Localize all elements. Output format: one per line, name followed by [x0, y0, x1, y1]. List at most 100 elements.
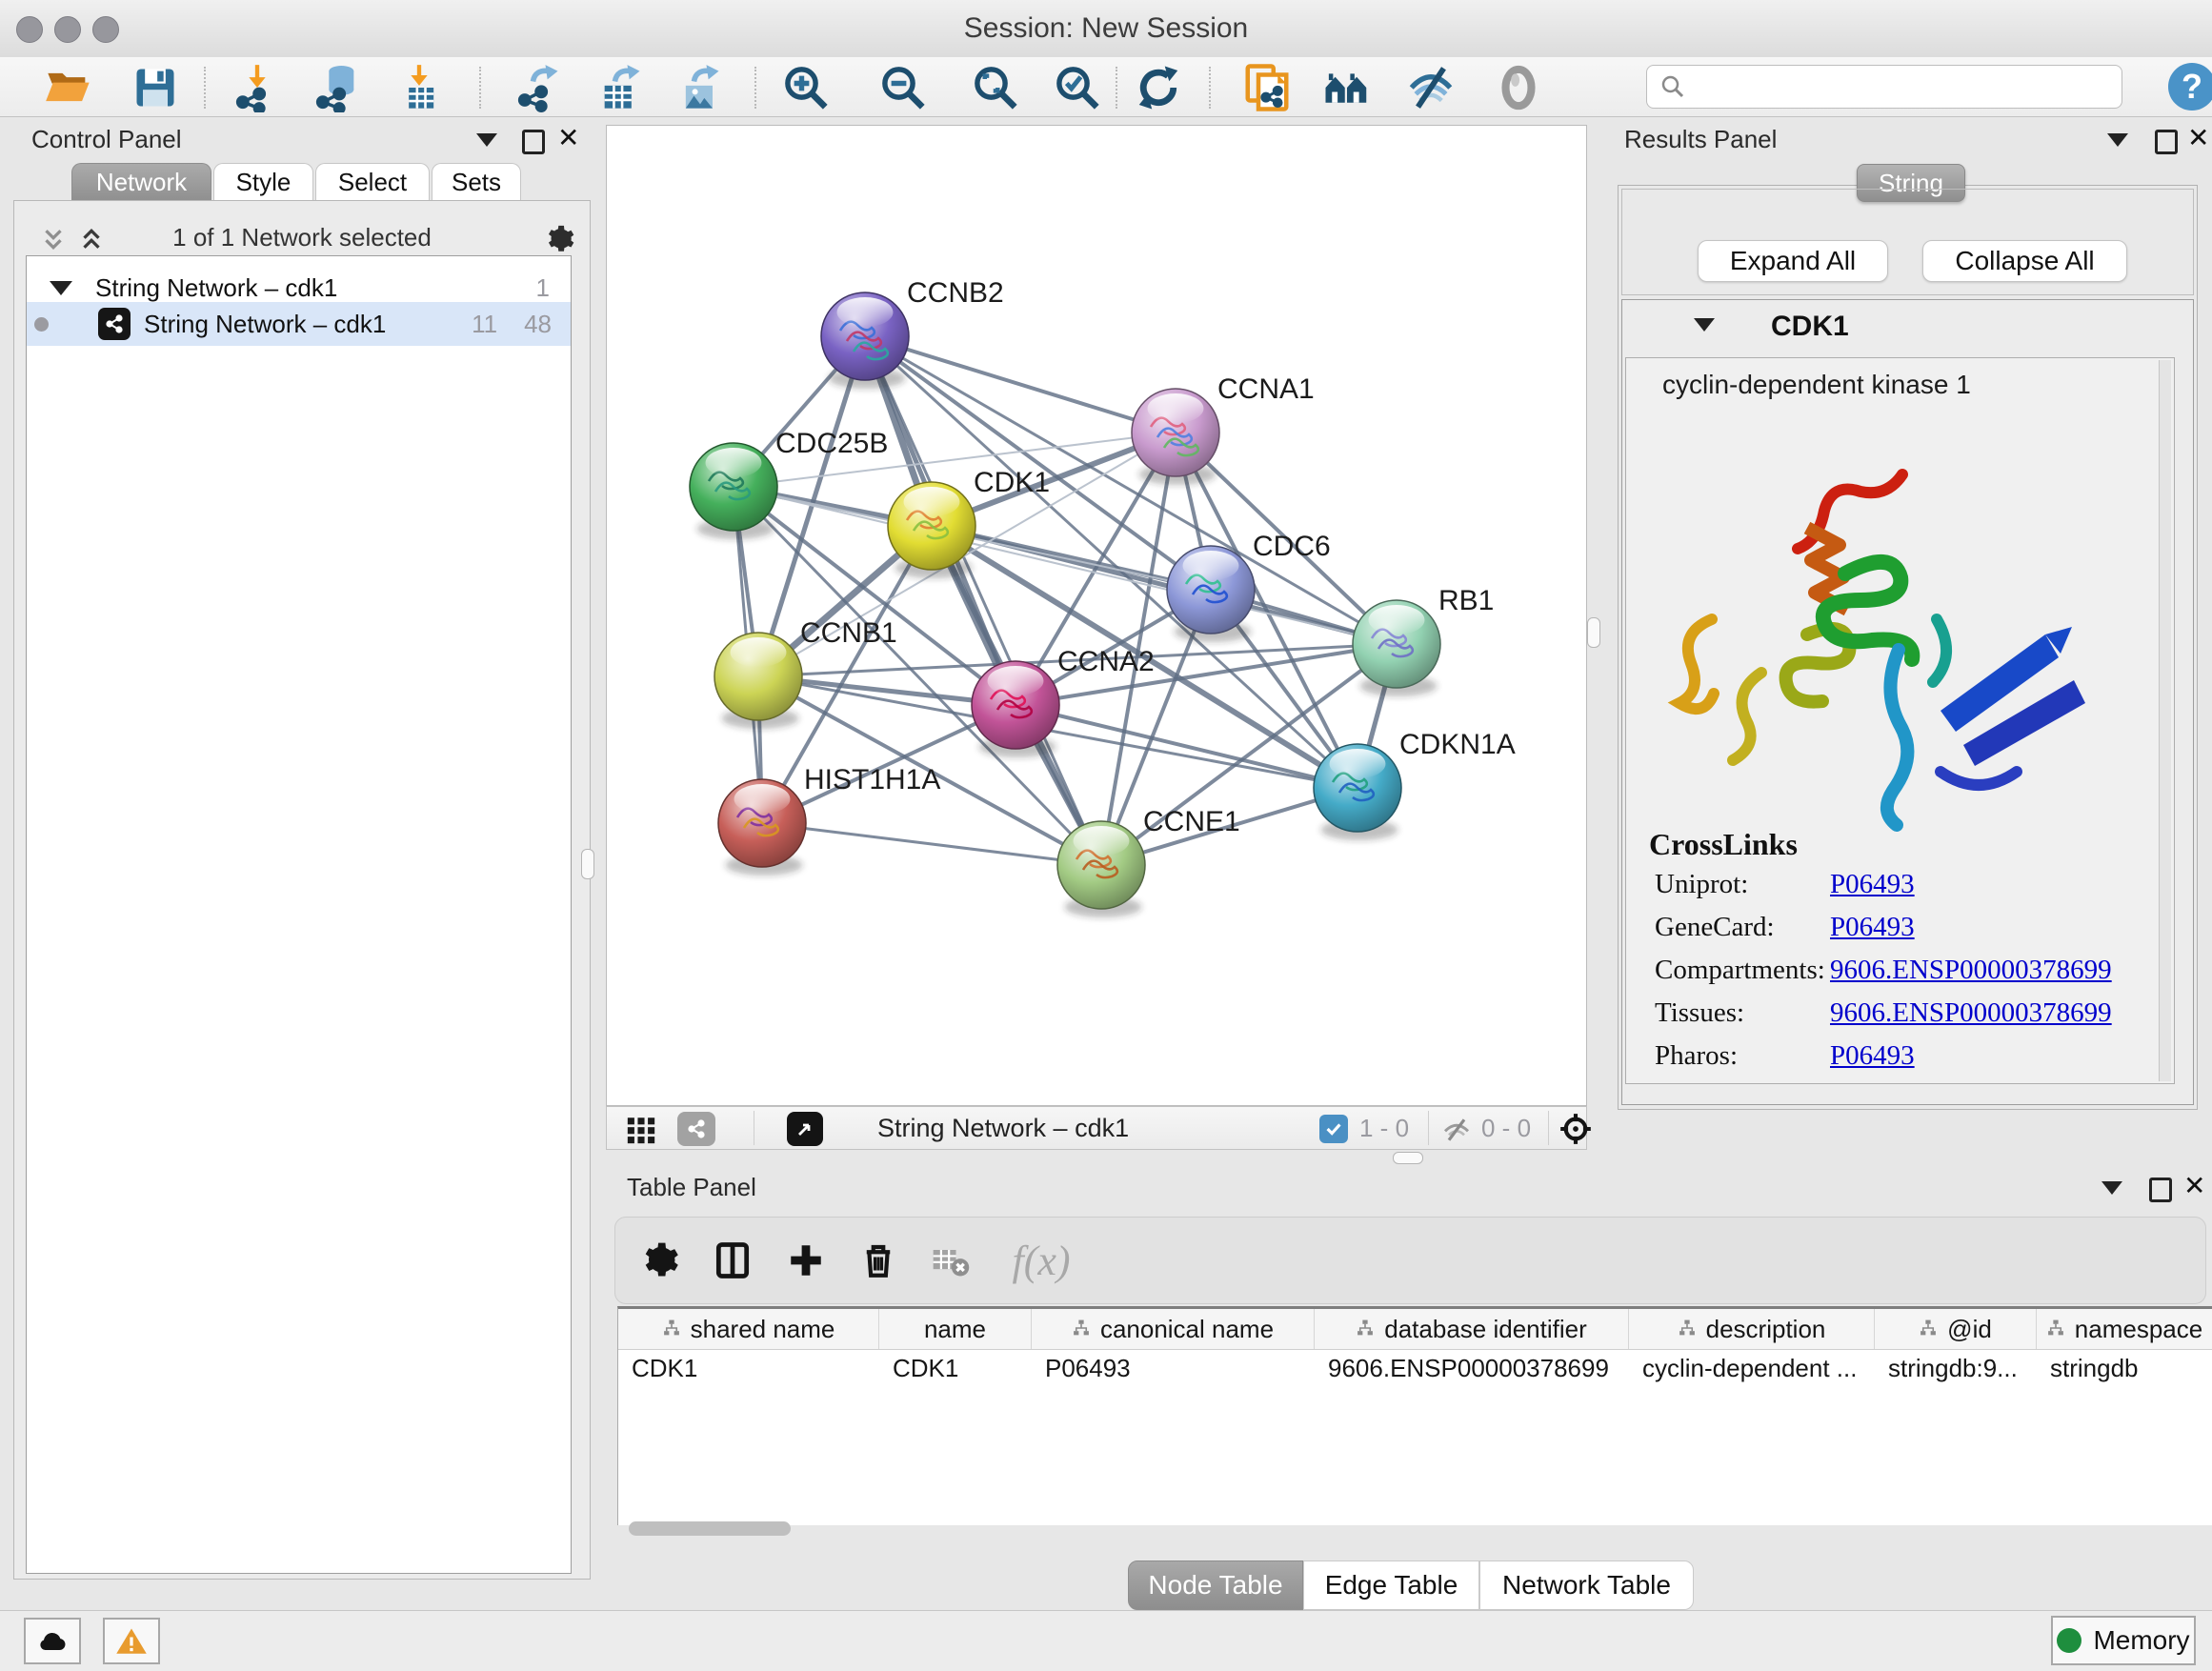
control-panel-close-icon[interactable]: ✕	[557, 122, 579, 153]
table-cell[interactable]: stringdb	[2037, 1349, 2212, 1387]
column-header-shared-name[interactable]: shared name	[618, 1309, 879, 1349]
column-header-namespace[interactable]: namespace	[2037, 1309, 2212, 1349]
zoom-in-icon[interactable]	[779, 61, 833, 114]
right-splitter-handle[interactable]	[1587, 617, 1600, 648]
network-edge-CCNB2-CCNA1[interactable]	[865, 336, 1176, 433]
network-node-CCNA1[interactable]: CCNA1	[1132, 373, 1315, 485]
network-edge-HIST1H1A-CCNE1[interactable]	[762, 823, 1101, 865]
results-panel-float-icon[interactable]	[2155, 130, 2178, 154]
export-image-icon[interactable]	[674, 61, 727, 114]
results-scrollbar[interactable]	[2159, 360, 2171, 1081]
crosslink-link[interactable]: P06493	[1830, 1040, 1915, 1072]
application-window: Session: New Session	[0, 0, 2212, 1671]
column-header-name[interactable]: name	[879, 1309, 1032, 1349]
tab-sets[interactable]: Sets	[432, 163, 521, 201]
tab-select[interactable]: Select	[315, 163, 430, 201]
control-panel-float-icon[interactable]	[522, 130, 545, 154]
grid-view-icon[interactable]	[625, 1114, 657, 1151]
column-header-label: shared name	[691, 1315, 835, 1344]
hide-graphics-details-icon[interactable]	[1404, 61, 1458, 114]
table-row[interactable]: CDK1CDK1P064939606.ENSP00000378699cyclin…	[618, 1349, 2212, 1387]
tab-network[interactable]: Network	[71, 163, 211, 201]
birds-eye-view-icon[interactable]	[1558, 1111, 1594, 1152]
save-session-icon[interactable]	[129, 61, 182, 114]
tab-network-table[interactable]: Network Table	[1479, 1560, 1694, 1610]
network-node-CDK1[interactable]: CDK1	[888, 467, 1050, 578]
string-protein-query-icon[interactable]	[1240, 61, 1294, 114]
network-canvas[interactable]: CCNB2CCNA1CDC25BCDK1CDC6RB1CCNB1CCNA2CDK…	[606, 125, 1587, 1106]
import-table-from-file-icon[interactable]	[392, 61, 446, 114]
table-horizontal-scrollbar[interactable]	[629, 1521, 791, 1536]
warning-icon	[114, 1624, 149, 1659]
selected-checkbox-icon[interactable]	[1319, 1115, 1348, 1143]
collection-expander-icon[interactable]	[50, 281, 72, 295]
zoom-selected-icon[interactable]	[1051, 61, 1104, 114]
network-node-CDKN1A[interactable]: CDKN1A	[1314, 729, 1516, 840]
tab-edge-table[interactable]: Edge Table	[1303, 1560, 1479, 1610]
import-network-from-database-icon[interactable]	[311, 61, 364, 114]
delete-table-icon[interactable]	[926, 1236, 975, 1285]
control-panel-menu-icon[interactable]	[476, 133, 497, 147]
home-icon[interactable]	[1320, 61, 1374, 114]
network-node-CDC25B[interactable]: CDC25B	[690, 428, 888, 539]
tab-style[interactable]: Style	[213, 163, 313, 201]
bottom-splitter-handle[interactable]	[1393, 1152, 1423, 1164]
node-label-CDKN1A: CDKN1A	[1399, 729, 1516, 760]
open-session-icon[interactable]	[42, 61, 95, 114]
column-header-label: description	[1706, 1315, 1826, 1344]
network-node-CDC6[interactable]: CDC6	[1167, 531, 1331, 642]
crosslink-link[interactable]: 9606.ENSP00000378699	[1830, 955, 2112, 986]
network-node-CCNE1[interactable]: CCNE1	[1057, 806, 1240, 917]
function-builder-icon[interactable]: f(x)	[998, 1236, 1084, 1285]
tab-node-table[interactable]: Node Table	[1128, 1560, 1303, 1610]
column-header-description[interactable]: description	[1629, 1309, 1875, 1349]
string-network-icon	[98, 308, 131, 340]
show-graphics-details-icon[interactable]	[1492, 61, 1545, 114]
export-table-icon[interactable]	[594, 61, 648, 114]
memory-button[interactable]: Memory	[2051, 1616, 2196, 1665]
zoom-fit-icon[interactable]	[969, 61, 1022, 114]
table-settings-gear-icon[interactable]	[634, 1236, 684, 1285]
collapse-all-button[interactable]: Collapse All	[1922, 240, 2127, 282]
column-header-database-identifier[interactable]: database identifier	[1315, 1309, 1629, 1349]
network-row[interactable]: String Network – cdk1 11 48	[27, 302, 571, 346]
zoom-out-icon[interactable]	[876, 61, 930, 114]
crosslink-link[interactable]: 9606.ENSP00000378699	[1830, 997, 2112, 1029]
table-cell[interactable]: 9606.ENSP00000378699	[1315, 1349, 1629, 1387]
delete-column-trash-icon[interactable]	[854, 1236, 903, 1285]
crosslink-link[interactable]: P06493	[1830, 869, 1915, 900]
table-panel-float-icon[interactable]	[2149, 1178, 2172, 1202]
search-input[interactable]	[1646, 65, 2122, 109]
cloud-status-button[interactable]	[24, 1618, 81, 1664]
hidden-eye-slash-icon[interactable]	[1441, 1115, 1472, 1150]
entry-content: cyclin-dependent kinase 1 CrossLinks Uni…	[1625, 357, 2175, 1084]
column-type-icon	[2046, 1315, 2065, 1344]
detach-view-icon[interactable]	[787, 1112, 823, 1146]
create-column-plus-icon[interactable]	[781, 1236, 831, 1285]
help-icon[interactable]: ?	[2168, 63, 2212, 111]
network-list-toolbar: 1 of 1 Network selected	[13, 217, 591, 259]
network-node-HIST1H1A[interactable]: HIST1H1A	[718, 764, 940, 876]
table-cell[interactable]: CDK1	[618, 1349, 879, 1387]
results-panel-close-icon[interactable]: ✕	[2187, 122, 2209, 153]
import-network-from-file-icon[interactable]	[231, 61, 284, 114]
entry-expander-icon[interactable]	[1694, 318, 1715, 332]
table-panel-close-icon[interactable]: ✕	[2183, 1170, 2205, 1201]
crosslink-link[interactable]: P06493	[1830, 912, 1915, 943]
refresh-view-icon[interactable]	[1132, 61, 1185, 114]
results-panel-menu-icon[interactable]	[2107, 133, 2128, 147]
column-header-@id[interactable]: @id	[1875, 1309, 2037, 1349]
left-splitter-handle[interactable]	[581, 849, 594, 879]
export-network-icon[interactable]	[513, 61, 566, 114]
column-header-canonical-name[interactable]: canonical name	[1032, 1309, 1315, 1349]
network-share-view-icon[interactable]	[677, 1112, 715, 1146]
network-node-RB1[interactable]: RB1	[1353, 585, 1494, 696]
table-panel-menu-icon[interactable]	[2101, 1181, 2122, 1195]
expand-all-button[interactable]: Expand All	[1698, 240, 1888, 282]
show-column-icon[interactable]	[708, 1236, 757, 1285]
table-cell[interactable]: cyclin-dependent ...	[1629, 1349, 1875, 1387]
table-cell[interactable]: P06493	[1032, 1349, 1315, 1387]
warnings-button[interactable]	[103, 1618, 160, 1664]
table-cell[interactable]: stringdb:9...	[1875, 1349, 2037, 1387]
table-cell[interactable]: CDK1	[879, 1349, 1032, 1387]
